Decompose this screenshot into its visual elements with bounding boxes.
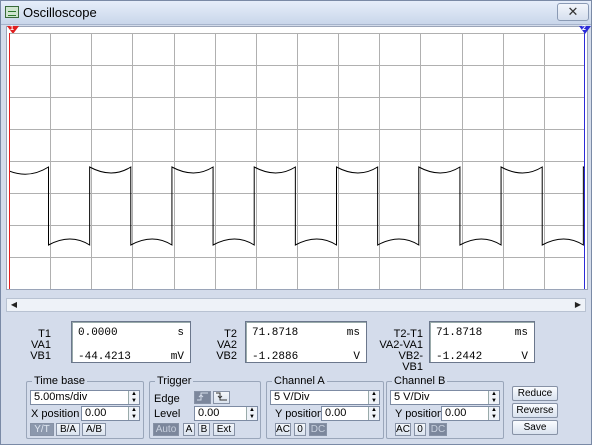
trigger-level-label: Level [154,408,181,420]
channel-a-dc-button[interactable]: DC [309,423,327,436]
channel-b-scale-value: 5 V/Div [394,391,430,403]
channel-a-ypos-value: 0.00 [325,407,347,419]
dt-value: 71.8718 [436,327,483,339]
cursor-a-number: 1 [10,25,14,32]
ab-button[interactable]: A/B [82,423,106,436]
ba-button[interactable]: B/A [56,423,80,436]
vb1-value: -44.4213 [78,351,131,363]
readout-t2-t1: T2-T1 VA2-VA1 VB2-VB1 71.8718 ms -1.2442 V [379,321,539,373]
channel-a-scale-value: 5 V/Div [274,391,310,403]
oscilloscope-window: Oscilloscope ✕ 1 2 ◀ ▶ T1 VA1 VB1 0.0000… [0,0,592,445]
auto-button[interactable]: Auto [153,423,179,436]
channel-a-ypos-field[interactable]: 0.00 ▲ ▼ [321,406,380,421]
channel-a-ypos-label: Y position [275,408,324,420]
channel-b-ac-button[interactable]: AC [395,423,411,436]
rising-edge-button[interactable] [194,391,211,404]
t1-value: 0.0000 [78,327,118,339]
vb2-unit: V [353,351,360,363]
oscilloscope-icon [5,6,19,18]
trigger-edge-label: Edge [154,393,180,405]
save-button[interactable]: Save [512,420,558,435]
scope-graticule [9,33,585,289]
channel-b-ypos-spinner-icon[interactable]: ▲ ▼ [488,407,499,420]
vb2-value: -1.2886 [252,351,299,363]
channel-b-panel: Channel B 5 V/Div ▲ ▼ Y position 0.00 ▲ ▼ … [386,375,504,439]
reverse-button[interactable]: Reverse [512,403,558,418]
dt-unit: ms [514,327,528,339]
reduce-button[interactable]: Reduce [512,386,558,401]
channel-b-ypos-field[interactable]: 0.00 ▲ ▼ [441,406,500,421]
cursor-a-line[interactable] [9,33,10,289]
channel-b-dc-button[interactable]: DC [429,423,447,436]
vb1-unit: mV [170,351,184,363]
scroll-left-arrow-icon[interactable]: ◀ [7,299,21,311]
horizontal-scrollbar[interactable]: ◀ ▶ [6,298,586,312]
t2-unit: ms [346,327,360,339]
timebase-scale-field[interactable]: 5.00ms/div ▲ ▼ [30,390,140,405]
trigger-b-button[interactable]: B [198,423,210,436]
trigger-ext-button[interactable]: Ext [213,423,235,436]
t1-unit: s [177,327,184,339]
channel-a-ypos-spinner-icon[interactable]: ▲ ▼ [368,407,379,420]
timebase-spinner-icon[interactable]: ▲ ▼ [128,391,139,404]
trigger-a-button[interactable]: A [183,423,195,436]
timebase-panel: Time base 5.00ms/div ▲ ▼ X position 0.00 … [26,375,144,439]
window-title: Oscilloscope [23,5,97,20]
trigger-title: Trigger [155,375,194,387]
trigger-level-value: 0.00 [198,407,220,419]
scroll-thumb[interactable] [23,300,33,310]
channel-b-ypos-label: Y position [395,408,444,420]
channel-a-scale-field[interactable]: 5 V/Div ▲ ▼ [270,390,380,405]
channel-a-zero-button[interactable]: 0 [294,423,306,436]
trigger-panel: Trigger Edge Level 0.00 ▲ ▼ Auto A B Ext [149,375,261,439]
title-bar[interactable]: Oscilloscope ✕ [1,1,591,25]
trigger-level-field[interactable]: 0.00 ▲ ▼ [194,406,258,421]
readout-t1-box: 0.0000 s -44.4213 mV [71,321,191,363]
xpos-spinner-icon[interactable]: ▲ ▼ [128,407,139,420]
readout-t1: T1 VA1 VB1 0.0000 s -44.4213 mV [11,321,191,369]
readout-t2-box: 71.8718 ms -1.2886 V [245,321,367,363]
channel-a-ac-button[interactable]: AC [275,423,291,436]
timebase-xpos-label: X position [31,408,80,420]
channel-b-spinner-icon[interactable]: ▲ ▼ [488,391,499,404]
channel-b-ypos-value: 0.00 [445,407,467,419]
label-vb2-vb1: VB2-VB1 [398,350,423,373]
level-spinner-icon[interactable]: ▲ ▼ [246,407,257,420]
xpos-value: 0.00 [85,407,107,419]
falling-edge-button[interactable] [213,391,230,404]
scope-display: 1 2 [6,25,591,290]
label-vb1: VB1 [30,350,51,362]
cursor-b-line[interactable] [584,33,585,289]
falling-edge-icon [216,392,227,401]
channel-a-spinner-icon[interactable]: ▲ ▼ [368,391,379,404]
label-vb2: VB2 [216,350,237,362]
channel-b-zero-button[interactable]: 0 [414,423,426,436]
dvb-value: -1.2442 [436,351,483,363]
cursor-b-number: 2 [582,25,586,32]
close-button[interactable]: ✕ [557,3,589,21]
channel-a-panel: Channel A 5 V/Div ▲ ▼ Y position 0.00 ▲ ▼ … [266,375,384,439]
channel-b-scale-field[interactable]: 5 V/Div ▲ ▼ [390,390,500,405]
xpos-field[interactable]: 0.00 ▲ ▼ [81,406,140,421]
timebase-title: Time base [32,375,87,387]
scroll-right-arrow-icon[interactable]: ▶ [571,299,585,311]
dvb-unit: V [521,351,528,363]
yt-button[interactable]: Y/T [30,423,54,436]
t2-value: 71.8718 [252,327,299,339]
channel-b-title: Channel B [392,375,448,387]
timebase-scale-value: 5.00ms/div [34,391,88,403]
channel-a-title: Channel A [272,375,327,387]
readout-t2-t1-box: 71.8718 ms -1.2442 V [429,321,535,363]
readout-t2: T2 VA2 VB2 71.8718 ms -1.2886 V [197,321,367,369]
rising-edge-icon [197,392,208,401]
